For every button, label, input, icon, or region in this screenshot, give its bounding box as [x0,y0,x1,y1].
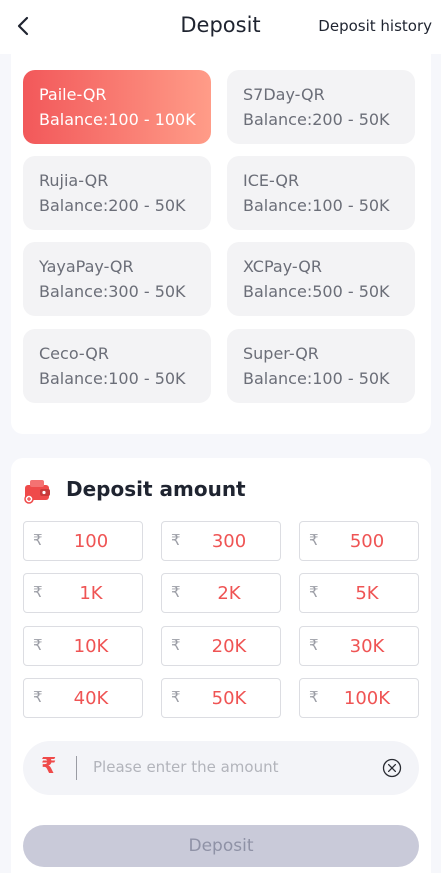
channel-option-s7day-qr[interactable]: S7Day-QR Balance:200 - 50K [227,70,415,144]
rupee-symbol: ₹ [171,531,181,549]
rupee-symbol: ₹ [33,636,43,654]
amount-value: 300 [211,531,247,552]
channel-name: YayaPay-QR [39,257,134,276]
rupee-symbol: ₹ [171,688,181,706]
channel-balance: Balance:500 - 50K [243,282,390,301]
rupee-symbol: ₹ [33,688,43,706]
clear-input-icon[interactable] [382,758,402,778]
channel-balance: Balance:100 - 50K [39,369,186,388]
rupee-symbol: ₹ [171,583,181,601]
deposit-history-link[interactable]: Deposit history [318,17,432,35]
channel-name: Super-QR [243,344,319,363]
amount-option-2k[interactable]: ₹ 2K [161,573,281,613]
deposit-button[interactable]: Deposit [23,825,419,867]
amount-option-100k[interactable]: ₹ 100K [299,678,419,718]
amount-value: 10K [73,636,109,657]
rupee-symbol: ₹ [33,583,43,601]
rupee-symbol: ₹ [309,531,319,549]
amount-value: 40K [73,688,109,709]
amount-option-500[interactable]: ₹ 500 [299,521,419,561]
amount-value: 100K [343,688,391,709]
amount-option-1k[interactable]: ₹ 1K [23,573,143,613]
channel-name: Paile-QR [39,85,107,104]
rupee-symbol: ₹ [309,636,319,654]
amount-value: 20K [211,636,247,657]
channel-option-ice-qr[interactable]: ICE-QR Balance:100 - 50K [227,156,415,230]
amount-value: 30K [349,636,385,657]
amount-value: 1K [79,583,103,604]
amount-option-50k[interactable]: ₹ 50K [161,678,281,718]
rupee-symbol: ₹ [33,531,43,549]
channel-name: XCPay-QR [243,257,322,276]
channel-balance: Balance:200 - 50K [39,196,186,215]
channel-name: ICE-QR [243,171,300,190]
rupee-symbol: ₹ [309,583,319,601]
channel-balance: Balance:200 - 50K [243,110,390,129]
rupee-icon: ₹ [41,754,57,779]
amount-option-10k[interactable]: ₹ 10K [23,626,143,666]
amount-option-100[interactable]: ₹ 100 [23,521,143,561]
channel-option-xcpay-qr[interactable]: XCPay-QR Balance:500 - 50K [227,242,415,316]
amount-value: 2K [217,583,241,604]
amount-value: 50K [211,688,247,709]
channel-balance: Balance:300 - 50K [39,282,186,301]
input-divider [76,756,77,780]
amount-option-30k[interactable]: ₹ 30K [299,626,419,666]
wallet-icon [24,480,50,504]
channel-name: S7Day-QR [243,85,325,104]
deposit-amount-title: Deposit amount [66,477,246,501]
amount-option-20k[interactable]: ₹ 20K [161,626,281,666]
top-bar: Deposit Deposit history [0,0,441,54]
channel-option-yayapay-qr[interactable]: YayaPay-QR Balance:300 - 50K [23,242,211,316]
amount-value: 100 [73,531,109,552]
amount-option-40k[interactable]: ₹ 40K [23,678,143,718]
amount-option-300[interactable]: ₹ 300 [161,521,281,561]
amount-value: 5K [355,583,379,604]
channel-balance: Balance:100 - 50K [243,196,390,215]
rupee-symbol: ₹ [171,636,181,654]
amount-input-box: ₹ [23,741,419,795]
channel-name: Ceco-QR [39,344,109,363]
channel-card: Paile-QR Balance:100 - 100K S7Day-QR Bal… [11,54,431,434]
channel-option-ceco-qr[interactable]: Ceco-QR Balance:100 - 50K [23,329,211,403]
channel-balance: Balance:100 - 100K [39,110,196,129]
amount-option-5k[interactable]: ₹ 5K [299,573,419,613]
rupee-symbol: ₹ [309,688,319,706]
amount-input[interactable] [93,753,363,781]
channel-balance: Balance:100 - 50K [243,369,390,388]
channel-option-rujia-qr[interactable]: Rujia-QR Balance:200 - 50K [23,156,211,230]
channel-name: Rujia-QR [39,171,109,190]
channel-option-super-qr[interactable]: Super-QR Balance:100 - 50K [227,329,415,403]
channel-option-paile-qr[interactable]: Paile-QR Balance:100 - 100K [23,70,211,144]
amount-value: 500 [349,531,385,552]
